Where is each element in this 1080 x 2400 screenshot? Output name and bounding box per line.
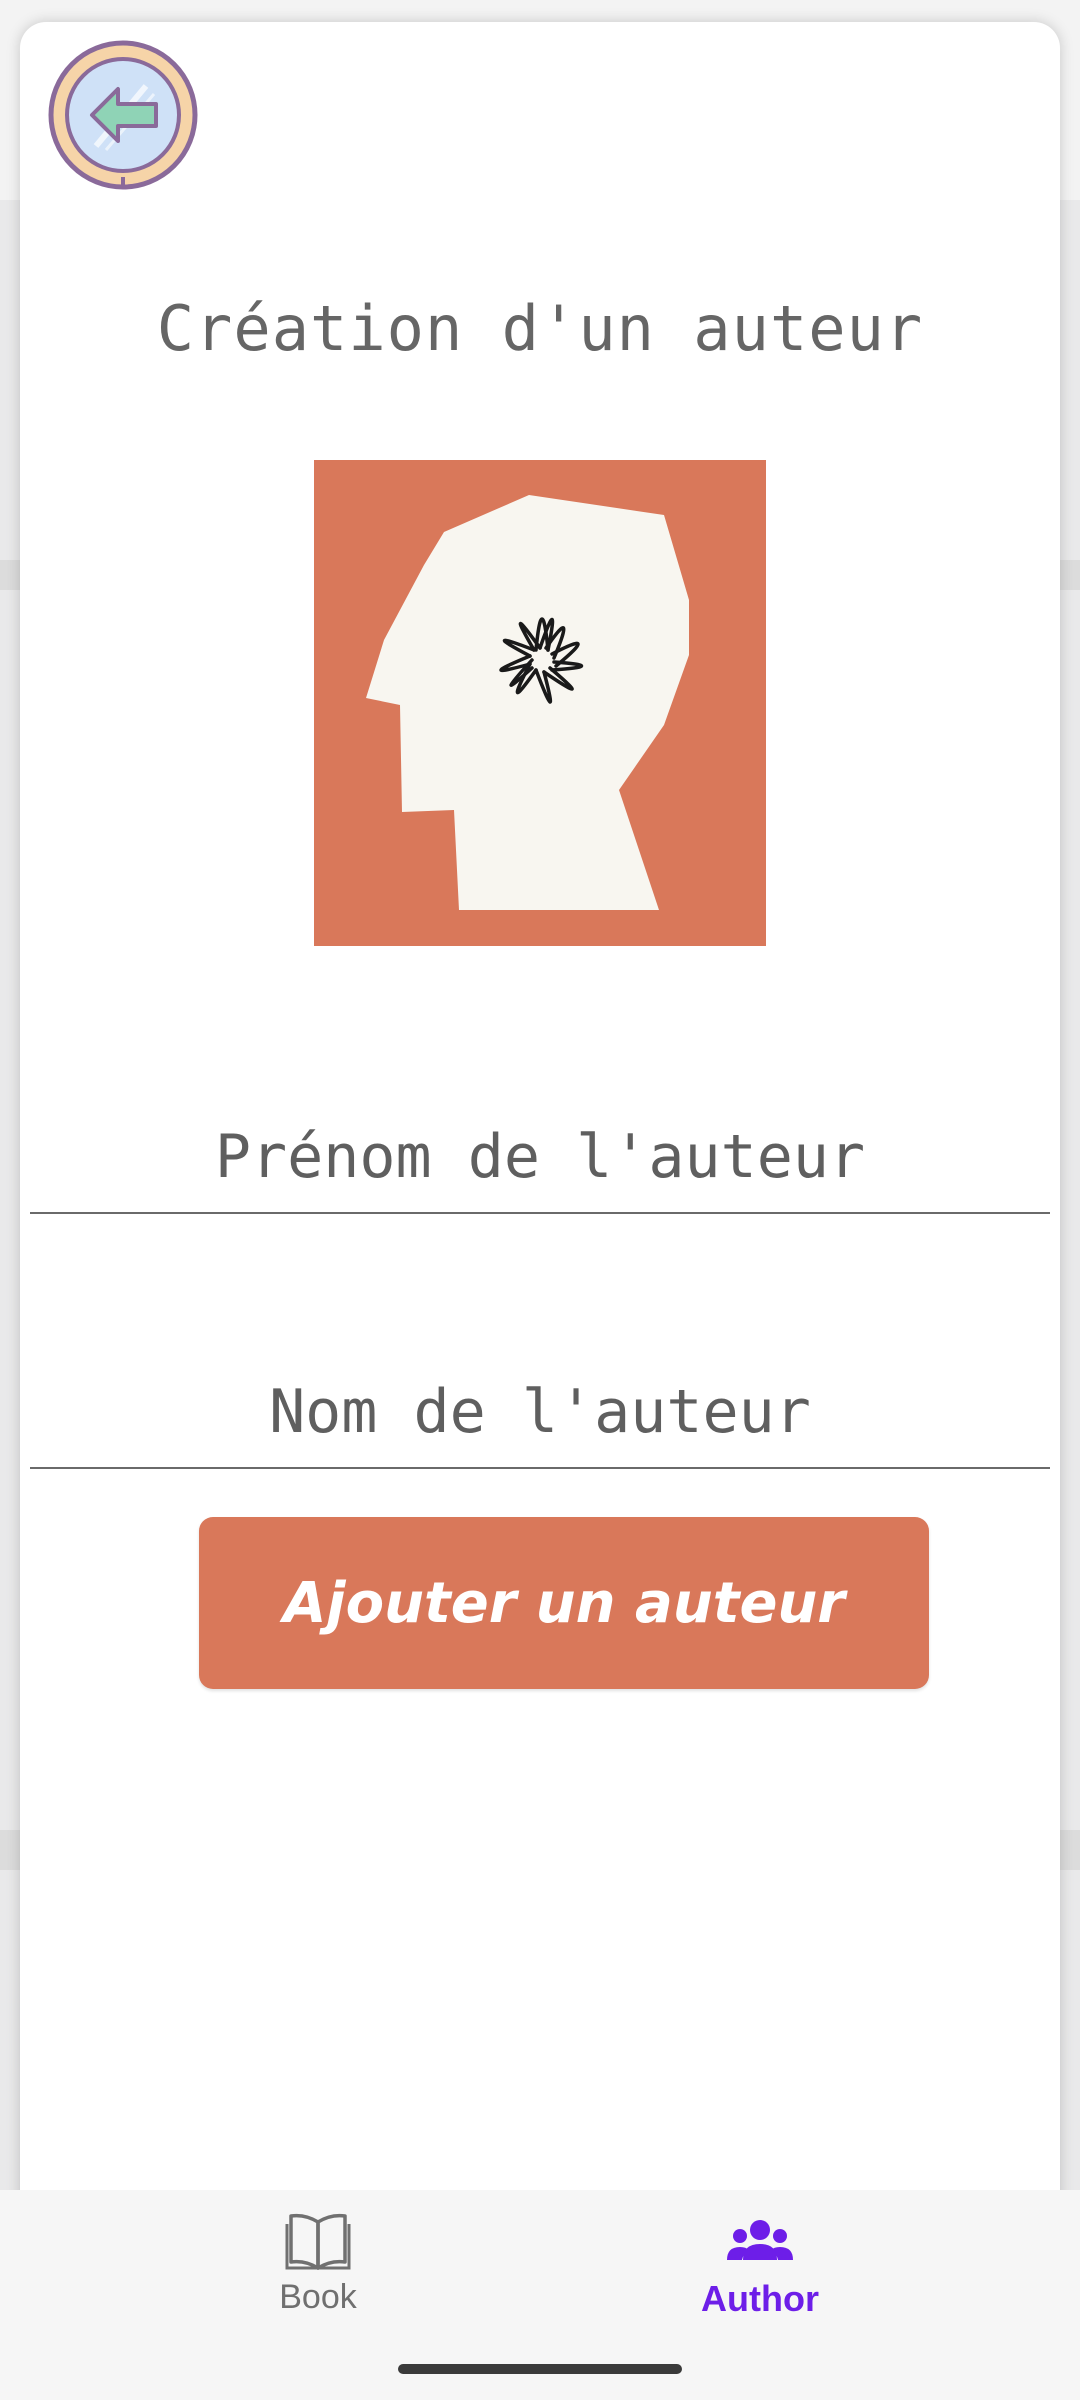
- nav-label-author: Author: [701, 2278, 819, 2319]
- author-form-card: Création d'un auteur Ajouter un aute: [20, 22, 1060, 2242]
- nav-item-book[interactable]: Book: [168, 2210, 468, 2340]
- author-head-illustration: [314, 460, 766, 946]
- home-indicator: [398, 2364, 682, 2374]
- nav-label-book: Book: [279, 2278, 357, 2316]
- author-lastname-input[interactable]: [30, 1357, 1050, 1469]
- arrow-left-circle-icon: [48, 40, 198, 190]
- back-button[interactable]: [46, 38, 200, 192]
- page-title: Création d'un auteur: [156, 292, 924, 365]
- add-author-button[interactable]: Ajouter un auteur: [199, 1517, 929, 1689]
- book-icon: [168, 2210, 468, 2272]
- group-icon: [610, 2210, 910, 2272]
- author-firstname-input[interactable]: [30, 1102, 1050, 1214]
- nav-item-author[interactable]: Author: [610, 2210, 910, 2340]
